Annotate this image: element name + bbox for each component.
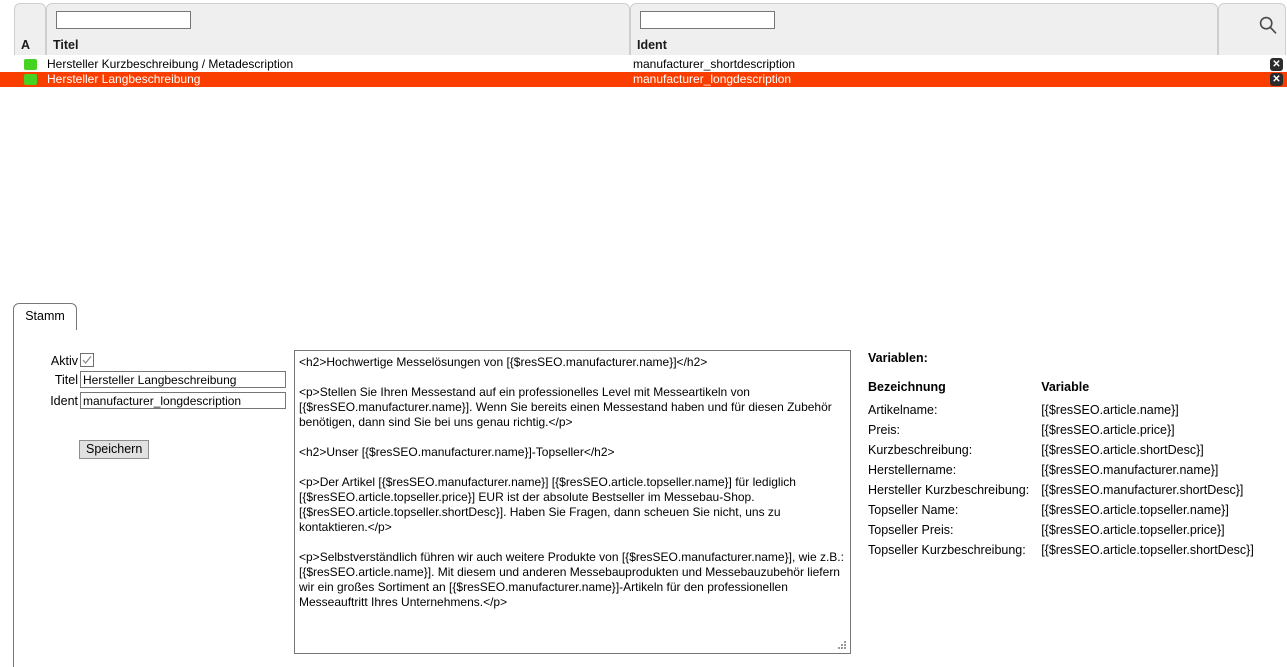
variables-row: Kurzbeschreibung: [{$resSEO.article.short… [868,440,1254,460]
tab-stamm[interactable]: Stamm [13,303,77,330]
save-button[interactable]: Speichern [79,440,150,459]
variable-name: Herstellername: [868,463,957,477]
label-titel: Titel [54,373,78,387]
label-aktiv: Aktiv [50,354,78,368]
table-row[interactable]: Hersteller Langbeschreibung manufacturer… [0,72,1287,87]
variables-col-header-name: Bezeichnung [868,380,946,394]
variable-name: Topseller Preis: [868,523,954,537]
variable-token: [{$resSEO.manufacturer.shortDesc}] [1041,483,1244,497]
column-header-status[interactable]: A [21,38,30,52]
variable-name: Preis: [868,423,900,437]
variables-table: Bezeichnung Variable Artikelname: [{$resS… [868,380,1254,560]
variables-row: Topseller Preis: [{$resSEO.article.topsel… [868,520,1254,540]
tab-bar: Stamm [13,303,1287,330]
variables-row: Herstellername: [{$resSEO.manufacturer.na… [868,460,1254,480]
content-editor-textarea[interactable] [294,350,851,654]
row-ident: manufacturer_shortdescription [633,57,796,71]
grid-header: A Titel Ident [0,0,1287,55]
variable-name: Kurzbeschreibung: [868,443,973,457]
status-badge [24,74,37,85]
variables-row: Topseller Name: [{$resSEO.article.topsell… [868,500,1254,520]
variables-row: Topseller Kurzbeschreibung: [{$resSEO.art… [868,540,1254,560]
variable-token: [{$resSEO.article.shortDesc}] [1041,443,1204,457]
status-badge [24,59,37,70]
delete-row-icon[interactable]: ✕ [1270,58,1283,71]
variables-title: Variablen: [868,351,928,365]
titel-input[interactable] [80,371,286,388]
variable-name: Topseller Name: [868,503,959,517]
delete-row-icon[interactable]: ✕ [1270,73,1283,86]
ident-input[interactable] [80,392,286,409]
variable-token: [{$resSEO.manufacturer.name}] [1041,463,1219,477]
filter-input-ident[interactable] [640,11,775,29]
variables-header-row: Bezeichnung Variable [868,380,1254,400]
variable-name: Hersteller Kurzbeschreibung: [868,483,1030,497]
table-row[interactable]: Hersteller Kurzbeschreibung / Metadescri… [0,57,1287,72]
variables-row: Preis: [{$resSEO.article.price}] [868,420,1254,440]
variable-token: [{$resSEO.article.topseller.name}] [1041,503,1229,517]
records-grid: A Titel Ident Hersteller Kurzbeschreibun… [0,0,1287,89]
variable-token: [{$resSEO.article.price}] [1041,423,1175,437]
search-icon[interactable] [1258,15,1278,35]
variables-col-header-variable: Variable [1041,380,1090,394]
label-ident: Ident [50,394,78,408]
row-ident: manufacturer_longdescription [633,72,792,86]
filter-input-title[interactable] [56,11,191,29]
variables-row: Hersteller Kurzbeschreibung: [{$resSEO.ma… [868,480,1254,500]
checkmark-icon [82,355,92,365]
variable-name: Artikelname: [868,403,938,417]
variable-name: Topseller Kurzbeschreibung: [868,543,1026,557]
column-header-ident[interactable]: Ident [637,38,667,52]
variable-token: [{$resSEO.article.topseller.shortDesc}] [1041,543,1254,557]
variables-row: Artikelname: [{$resSEO.article.name}] [868,400,1254,420]
aktiv-checkbox[interactable] [80,353,94,367]
variable-token: [{$resSEO.article.topseller.price}] [1041,523,1225,537]
column-header-title[interactable]: Titel [53,38,78,52]
row-title: Hersteller Kurzbeschreibung / Metadescri… [47,57,294,71]
row-title: Hersteller Langbeschreibung [47,72,201,86]
variable-token: [{$resSEO.article.name}] [1041,403,1179,417]
